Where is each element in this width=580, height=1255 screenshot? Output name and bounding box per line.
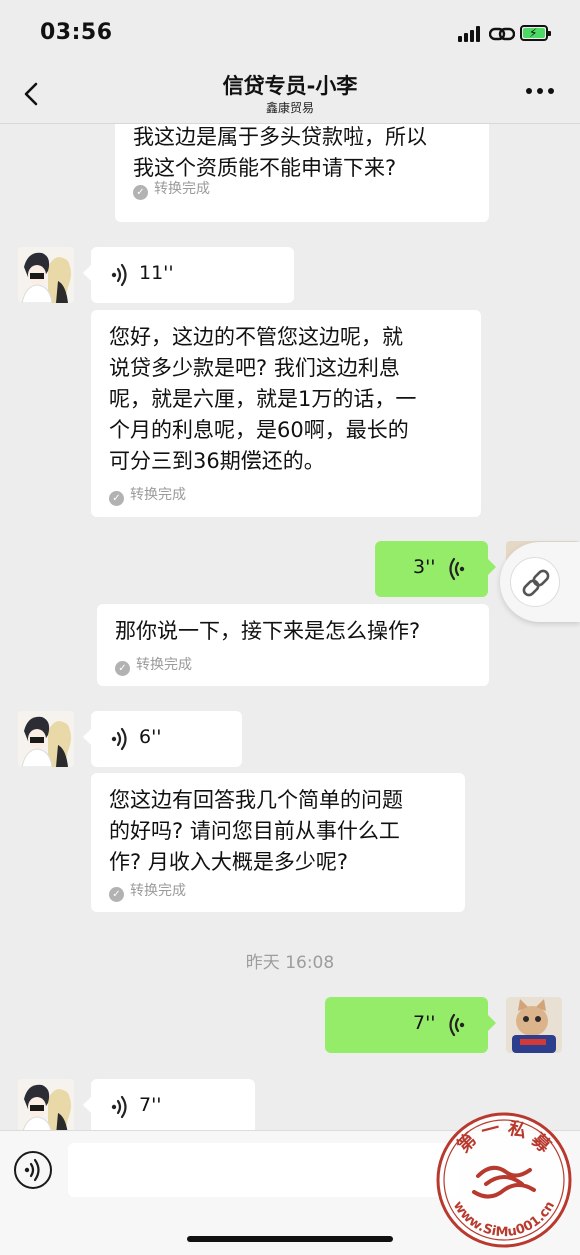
message-timestamp: 昨天 16:08: [245, 953, 335, 973]
voice-wave-icon: [111, 1095, 127, 1119]
check-icon: ✓: [133, 185, 148, 200]
watermark-seal: 第 一 私 募 www.SiMu001.cn: [436, 1112, 572, 1248]
chat-subtitle: 鑫康贸易: [265, 101, 314, 115]
chat-title: 信贷专员-小李: [222, 74, 358, 98]
voice-wave-icon: [24, 1158, 40, 1182]
voice-transcription: 我这边是属于多头贷款啦，所以 我这个资质能不能申请下来? ✓ 转换完成: [115, 124, 489, 222]
status-time: 03:56: [40, 20, 113, 45]
message-list[interactable]: 我这边是属于多头贷款啦，所以 我这个资质能不能申请下来? ✓ 转换完成 11'' …: [0, 124, 580, 1130]
voice-transcription: 那你说一下，接下来是怎么操作? ✓ 转换完成: [97, 604, 489, 686]
voice-duration: 6'': [139, 726, 162, 748]
contact-avatar[interactable]: [18, 1079, 74, 1130]
voice-input-button[interactable]: [14, 1151, 52, 1189]
voice-wave-icon: [111, 727, 127, 751]
transcription-status: ✓ 转换完成: [109, 484, 186, 506]
voice-transcription: 您好，这边的不管您这边呢，就 说贷多少款是吧? 我们这边利息 呢，就是六厘，就是…: [91, 310, 481, 517]
cellular-signal-icon: [458, 26, 484, 42]
transcription-status: ✓ 转换完成: [115, 654, 192, 676]
voice-message-sent[interactable]: 7'': [325, 997, 496, 1053]
battery-icon: ⚡: [520, 25, 551, 41]
voice-message-sent[interactable]: 3'': [375, 541, 496, 597]
transcription-status: ✓ 转换完成: [109, 880, 186, 902]
voice-wave-icon: [111, 263, 127, 287]
transcription-text: 那你说一下，接下来是怎么操作?: [115, 619, 421, 643]
link-icon: [522, 569, 550, 597]
voice-message[interactable]: 6'': [83, 711, 242, 767]
voice-duration: 11'': [139, 262, 174, 284]
voice-duration: 3'': [413, 556, 436, 578]
transcription-text: 您这边有回答我几个简单的问题 的好吗? 请问您目前从事什么工 作? 月收入大概是…: [109, 788, 403, 874]
chat-header: 信贷专员-小李 鑫康贸易: [0, 66, 580, 124]
transcription-text: 我这边是属于多头贷款啦，所以 我这个资质能不能申请下来?: [133, 125, 427, 180]
link-icon: [489, 27, 515, 41]
voice-duration: 7'': [139, 1094, 162, 1116]
voice-transcription: 您这边有回答我几个简单的问题 的好吗? 请问您目前从事什么工 作? 月收入大概是…: [91, 773, 465, 912]
transcription-text: 您好，这边的不管您这边呢，就 说贷多少款是吧? 我们这边利息 呢，就是六厘，就是…: [109, 325, 417, 473]
voice-wave-icon: [449, 1013, 465, 1037]
message-input[interactable]: [68, 1143, 458, 1197]
more-options-icon[interactable]: [526, 88, 556, 96]
contact-avatar[interactable]: [18, 711, 74, 767]
voice-wave-icon: [449, 557, 465, 581]
transcription-status: ✓ 转换完成: [133, 178, 210, 200]
voice-duration: 7'': [413, 1012, 436, 1034]
check-icon: ✓: [109, 491, 124, 506]
home-indicator: [187, 1236, 393, 1242]
floating-link-button[interactable]: [500, 542, 580, 622]
check-icon: ✓: [109, 887, 124, 902]
status-bar: 03:56 ⚡: [0, 0, 580, 66]
contact-avatar[interactable]: [18, 247, 74, 303]
my-avatar[interactable]: [506, 997, 562, 1053]
voice-message[interactable]: 11'': [83, 247, 294, 303]
voice-message[interactable]: 7'': [83, 1079, 255, 1130]
check-icon: ✓: [115, 661, 130, 676]
